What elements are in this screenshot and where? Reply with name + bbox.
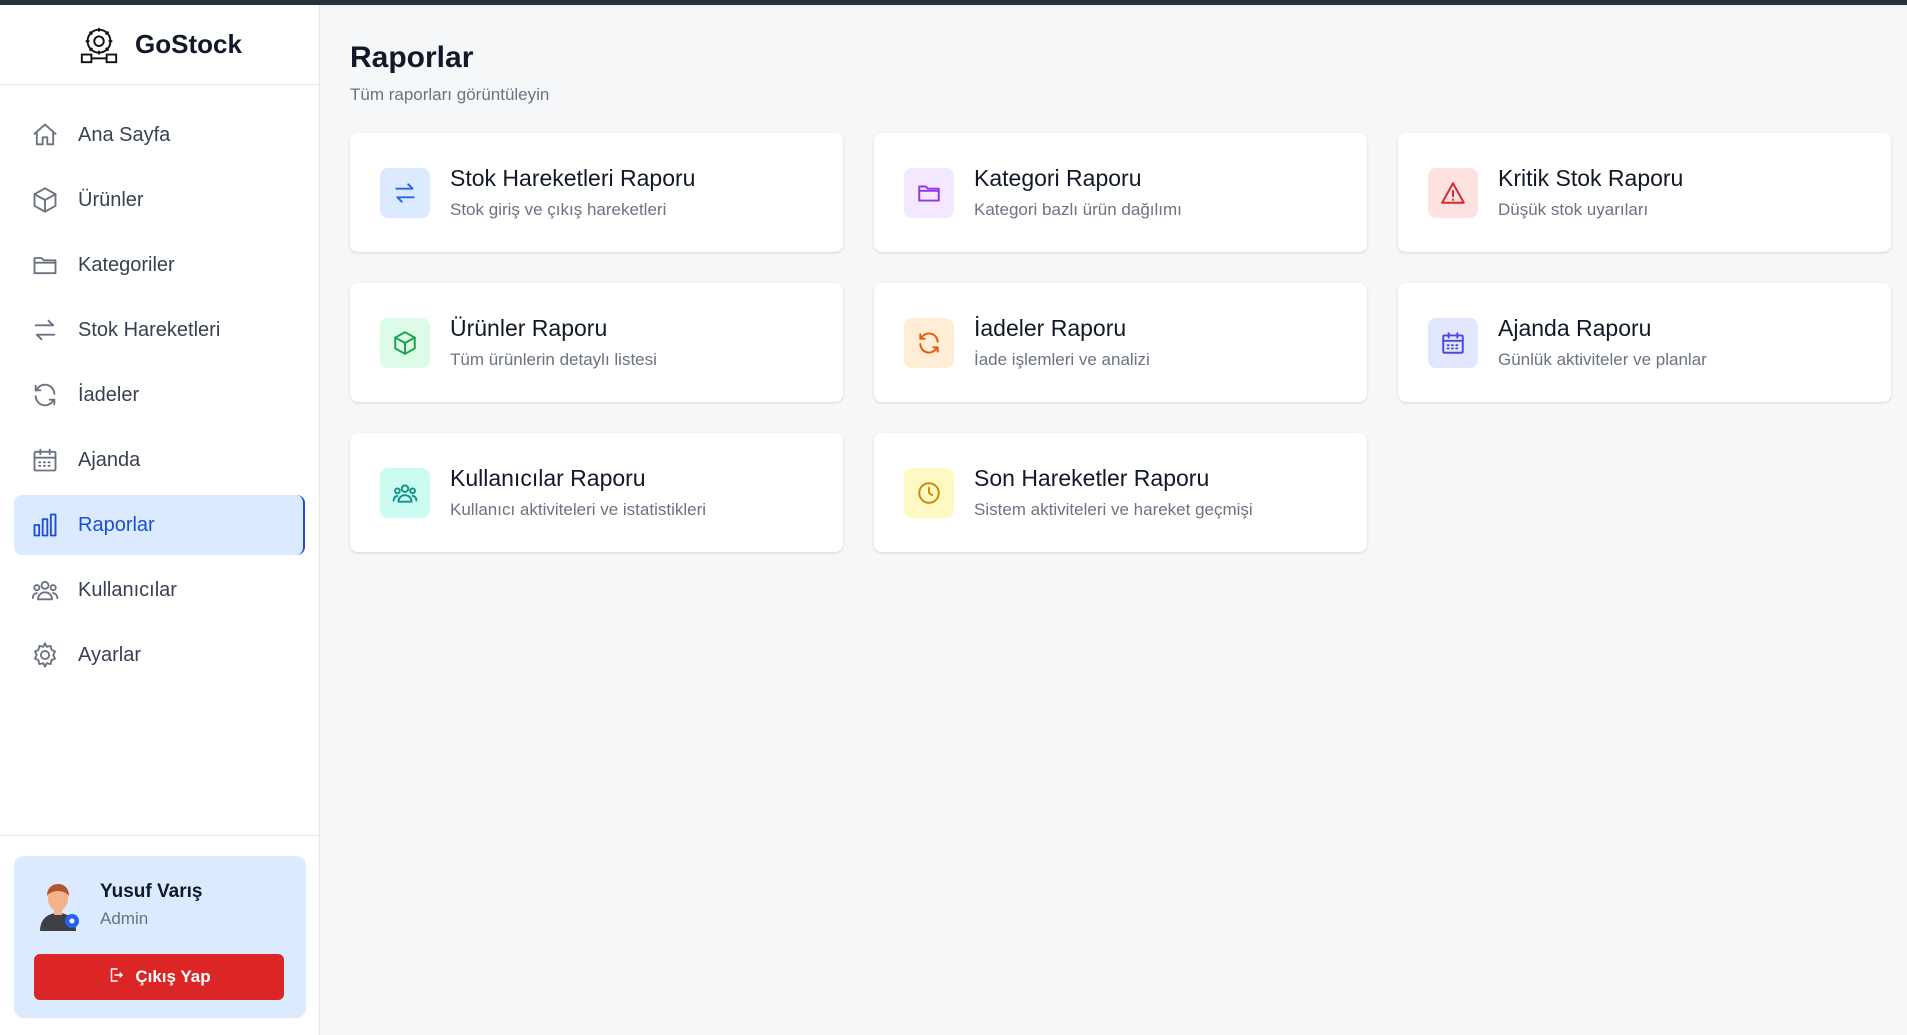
report-card-text: Son Hareketler Raporu Sistem aktiviteler…	[974, 465, 1253, 520]
user-text: Yusuf Varış Admin	[100, 881, 202, 929]
gear-icon	[30, 640, 60, 670]
report-card-title: Son Hareketler Raporu	[974, 465, 1210, 491]
report-card-text: İadeler Raporu İade işlemleri ve analizi	[974, 315, 1150, 370]
user-role: Admin	[100, 909, 149, 928]
sidebar-item-urunler[interactable]: Ürünler	[14, 170, 305, 230]
refresh-icon	[904, 317, 954, 368]
report-card-iadeler[interactable]: İadeler Raporu İade işlemleri ve analizi	[874, 283, 1367, 402]
users-icon	[380, 467, 430, 518]
refresh-icon	[30, 380, 60, 410]
user-name: Yusuf Varış	[100, 881, 203, 902]
sidebar-item-raporlar[interactable]: Raporlar	[14, 495, 305, 555]
sidebar-nav: Ana Sayfa Ürünler Kategoriler Stok Harek…	[0, 85, 319, 685]
sidebar-item-iadeler[interactable]: İadeler	[14, 365, 305, 425]
user-card: Yusuf Varış Admin Çıkış Yap	[14, 856, 306, 1018]
calendar-icon	[30, 445, 60, 475]
folder-icon	[904, 167, 954, 218]
sidebar-footer: Yusuf Varış Admin Çıkış Yap	[0, 835, 320, 1035]
sidebar-item-kullanicilar[interactable]: Kullanıcılar	[14, 560, 305, 620]
brand[interactable]: GoStock	[0, 5, 319, 85]
report-card-desc: Günlük aktiviteler ve planlar	[1498, 350, 1707, 369]
warning-icon	[1428, 167, 1478, 218]
report-card-title: Kategori Raporu	[974, 165, 1142, 191]
report-card-title: Ürünler Raporu	[450, 315, 608, 341]
sidebar-item-label: Ayarlar	[78, 643, 141, 666]
sidebar-item-label: Ana Sayfa	[78, 123, 171, 146]
report-card-title: Stok Hareketleri Raporu	[450, 165, 696, 191]
report-card-ajanda[interactable]: Ajanda Raporu Günlük aktiviteler ve plan…	[1398, 283, 1891, 402]
clock-icon	[904, 467, 954, 518]
cube-icon	[380, 317, 430, 368]
sidebar-item-label: Stok Hareketleri	[78, 318, 221, 341]
report-card-text: Stok Hareketleri Raporu Stok giriş ve çı…	[450, 165, 695, 220]
report-card-title: İadeler Raporu	[974, 315, 1127, 341]
gostock-logo-icon	[77, 23, 121, 67]
report-card-desc: İade işlemleri ve analizi	[974, 350, 1150, 369]
sidebar-item-label: Raporlar	[78, 513, 155, 536]
report-card-kullanicilar[interactable]: Kullanıcılar Raporu Kullanıcı aktivitele…	[350, 433, 843, 552]
cube-icon	[30, 185, 60, 215]
report-card-text: Kullanıcılar Raporu Kullanıcı aktivitele…	[450, 465, 706, 520]
sidebar-item-label: Kullanıcılar	[78, 578, 177, 601]
user-info: Yusuf Varış Admin	[34, 874, 286, 936]
brand-name: GoStock	[135, 29, 242, 59]
sidebar: GoStock Ana Sayfa Ürünler Kategoriler St…	[0, 5, 320, 1035]
calendar-icon	[1428, 317, 1478, 368]
report-card-desc: Kullanıcı aktiviteleri ve istatistikleri	[450, 500, 707, 519]
report-card-kritik-stok[interactable]: Kritik Stok Raporu Düşük stok uyarıları	[1398, 133, 1891, 252]
report-card-desc: Stok giriş ve çıkış hareketleri	[450, 200, 667, 219]
report-card-desc: Sistem aktiviteleri ve hareket geçmişi	[974, 500, 1253, 519]
sidebar-item-label: İadeler	[78, 383, 140, 406]
sidebar-item-stok-hareketleri[interactable]: Stok Hareketleri	[14, 300, 305, 360]
report-card-title: Kullanıcılar Raporu	[450, 465, 646, 491]
sidebar-item-ayarlar[interactable]: Ayarlar	[14, 625, 305, 685]
report-card-text: Kritik Stok Raporu Düşük stok uyarıları	[1498, 165, 1683, 220]
avatar	[34, 879, 82, 931]
arrows-exchange-icon	[380, 167, 430, 218]
report-card-text: Ajanda Raporu Günlük aktiviteler ve plan…	[1498, 315, 1707, 370]
report-card-kategori[interactable]: Kategori Raporu Kategori bazlı ürün dağı…	[874, 133, 1367, 252]
report-card-desc: Düşük stok uyarıları	[1498, 200, 1649, 219]
folder-icon	[30, 250, 60, 280]
page-title: Raporlar	[350, 41, 474, 74]
logout-button[interactable]: Çıkış Yap	[34, 954, 284, 1000]
report-card-title: Kritik Stok Raporu	[1498, 165, 1684, 191]
report-card-urunler[interactable]: Ürünler Raporu Tüm ürünlerin detaylı lis…	[350, 283, 843, 402]
sidebar-item-kategoriler[interactable]: Kategoriler	[14, 235, 305, 295]
users-icon	[30, 575, 60, 605]
report-card-stok-hareketleri[interactable]: Stok Hareketleri Raporu Stok giriş ve çı…	[350, 133, 843, 252]
home-icon	[30, 120, 60, 150]
sidebar-item-ana-sayfa[interactable]: Ana Sayfa	[14, 105, 305, 165]
report-card-text: Ürünler Raporu Tüm ürünlerin detaylı lis…	[450, 315, 657, 370]
logout-icon	[107, 966, 125, 989]
sidebar-item-label: Ürünler	[78, 188, 144, 211]
logout-label: Çıkış Yap	[135, 967, 211, 986]
report-card-desc: Kategori bazlı ürün dağılımı	[974, 200, 1182, 219]
report-grid: Stok Hareketleri Raporu Stok giriş ve çı…	[350, 133, 1891, 552]
arrows-exchange-icon	[30, 315, 60, 345]
sidebar-item-label: Kategoriler	[78, 253, 175, 276]
page-subtitle: Tüm raporları görüntüleyin	[350, 85, 550, 104]
report-card-son-hareketler[interactable]: Son Hareketler Raporu Sistem aktiviteler…	[874, 433, 1367, 552]
report-card-text: Kategori Raporu Kategori bazlı ürün dağı…	[974, 165, 1182, 220]
sidebar-item-label: Ajanda	[78, 448, 141, 471]
main-content: Raporlar Tüm raporları görüntüleyin Stok…	[320, 5, 1907, 1035]
bar-chart-icon	[30, 510, 60, 540]
report-card-title: Ajanda Raporu	[1498, 315, 1652, 341]
report-card-desc: Tüm ürünlerin detaylı listesi	[450, 350, 657, 369]
sidebar-item-ajanda[interactable]: Ajanda	[14, 430, 305, 490]
